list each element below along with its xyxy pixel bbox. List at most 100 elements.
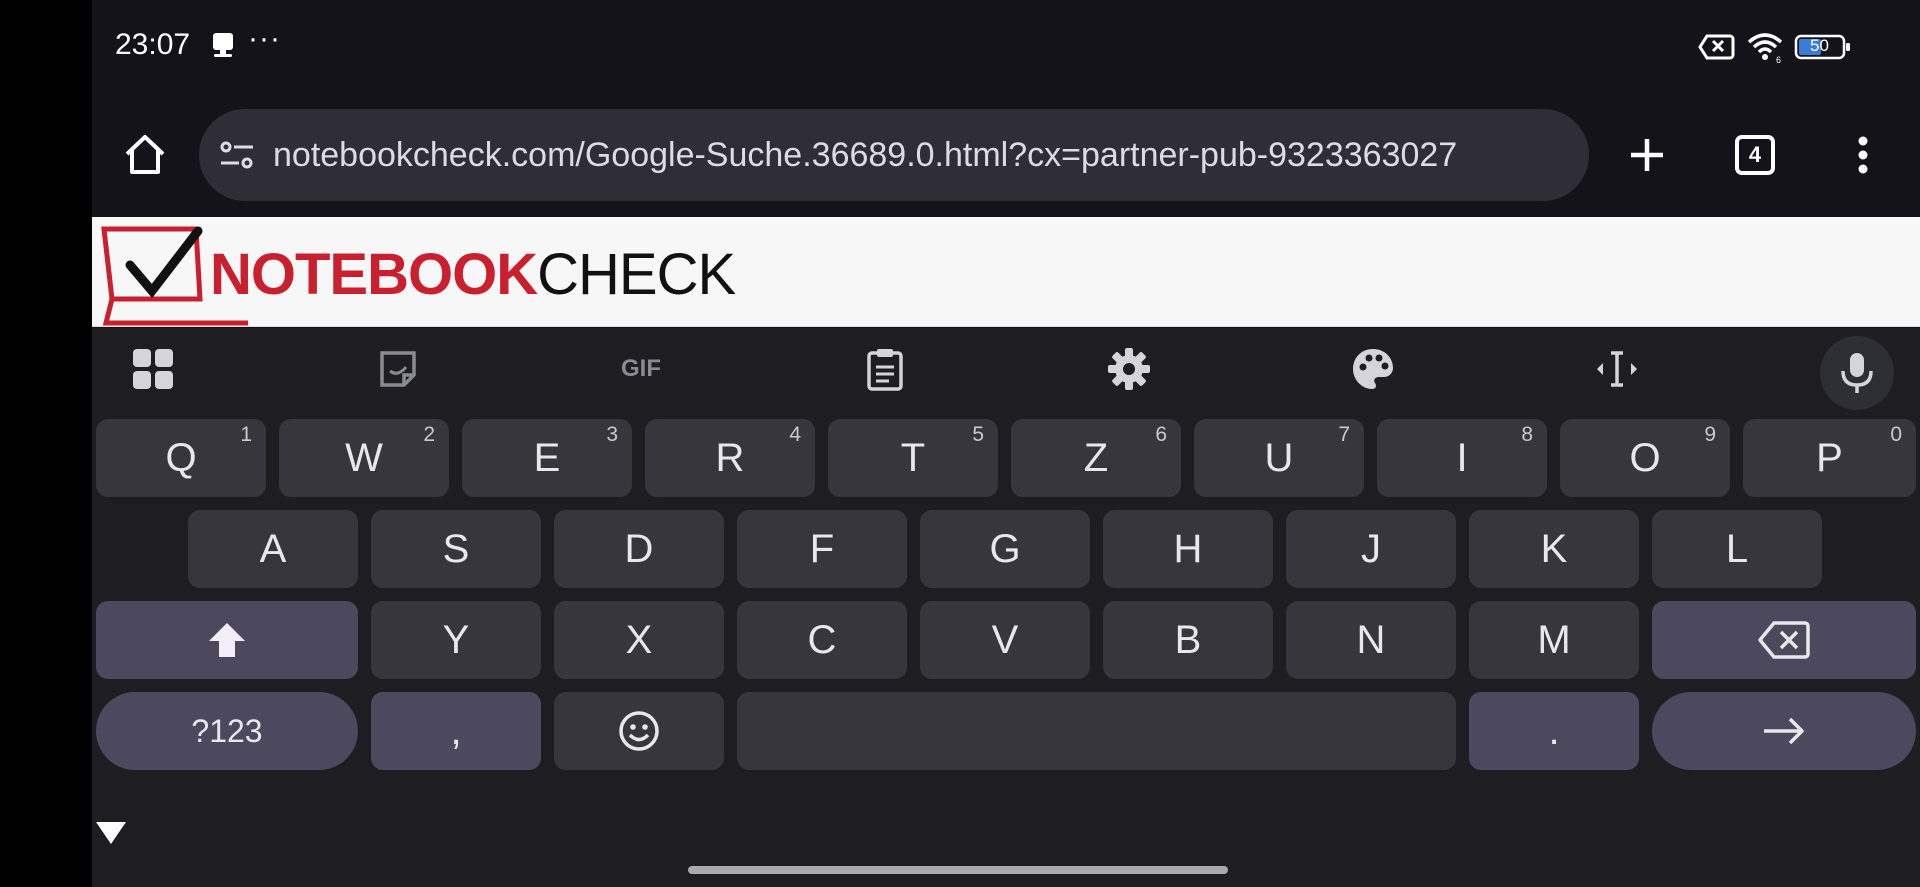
no-sim-icon [1698,34,1735,60]
key-n[interactable]: N [1286,601,1456,679]
logo-text-notebook: NOTEBOOK [210,242,538,307]
clipboard-icon [867,349,903,391]
voice-input-button[interactable] [1820,336,1894,410]
home-button[interactable] [116,126,174,184]
key-e[interactable]: E3 [462,419,632,497]
key-label: E [533,435,561,480]
web-content[interactable]: NOTEBOOKCHECK [92,217,1920,327]
key-hint: 7 [1338,423,1350,446]
battery-icon: 50 [1794,32,1852,62]
key-d[interactable]: D [554,510,724,588]
key-label: Q [165,435,197,480]
key-f[interactable]: F [737,510,907,588]
key-v[interactable]: V [920,601,1090,679]
key-w[interactable]: W2 [279,419,449,497]
text-editing-button[interactable] [1588,340,1646,398]
key-k[interactable]: K [1469,510,1639,588]
clipboard-button[interactable] [856,340,914,398]
key-hint: 0 [1890,423,1902,446]
key-z[interactable]: Z6 [1011,419,1181,497]
keyboard: G I F Q 1 W 2 E 3 R 4 T 5 Z 6 U 7 I 8 O 9 … [92,328,1920,887]
key-p[interactable]: P0 [1743,419,1916,497]
notebookcheck-logo[interactable]: NOTEBOOKCHECK [100,221,800,326]
logo-text: NOTEBOOKCHECK [210,241,736,308]
key-l[interactable]: L [1652,510,1822,588]
more-notifications: ··· [248,22,281,55]
home-icon [125,135,165,174]
key-h[interactable]: H [1103,510,1273,588]
tab-switcher-icon: 4 [1735,135,1775,175]
left-black-bar [0,0,92,887]
palette-icon [1353,349,1393,389]
space-key[interactable] [737,692,1456,770]
gif-icon: GIF [621,355,661,382]
shift-icon [209,623,245,657]
url-text[interactable]: notebookcheck.com/Google-Suche.36689.0.h… [273,136,1457,175]
emoji-key[interactable] [554,692,724,770]
menu-button[interactable] [1834,126,1892,184]
navigation-handle[interactable] [688,866,1228,874]
backspace-icon [1758,621,1810,659]
key-b[interactable]: B [1103,601,1273,679]
wifi-icon: 6 [1747,33,1783,64]
new-tab-icon [1631,139,1663,171]
battery-level: 50 [1810,36,1829,55]
site-settings-icon[interactable] [217,135,257,175]
emoji-icon [619,711,659,751]
key-label: Z [1083,435,1109,480]
key-hint: 6 [1155,423,1167,446]
arrow-right-icon [1764,717,1804,745]
key-y[interactable]: Y [371,601,541,679]
symbols-key[interactable]: ?123 [96,692,358,770]
key-m[interactable]: M [1469,601,1639,679]
key-a[interactable]: A [188,510,358,588]
period-key[interactable]: . [1469,692,1639,770]
shift-key[interactable] [96,601,358,679]
key-hint: 8 [1521,423,1533,446]
key-x[interactable]: X [554,601,724,679]
logo-text-check: CHECK [537,242,736,307]
settings-button[interactable] [1100,340,1158,398]
key-label: O [1629,435,1661,480]
key-label: I [1456,435,1468,480]
apps-button[interactable] [124,340,182,398]
key-c[interactable]: C [737,601,907,679]
key-i[interactable]: I8 [1377,419,1547,497]
hide-keyboard-icon[interactable] [92,818,130,848]
status-bar: 23:07 ··· 6 50 [92,0,1920,95]
new-tab-button[interactable] [1618,126,1676,184]
clock: 23:07 [115,28,191,61]
key-hint: 5 [972,423,984,446]
sticker-button[interactable] [369,340,427,398]
key-g[interactable]: G [920,510,1090,588]
key-u[interactable]: U7 [1194,419,1364,497]
notification-icon [213,33,233,57]
key-j[interactable]: J [1286,510,1456,588]
comma-key[interactable]: , [371,692,541,770]
key-hint: 4 [789,423,801,446]
sticker-icon [380,351,416,387]
theme-button[interactable] [1344,340,1402,398]
key-label: T [900,435,926,480]
key-o[interactable]: O9 [1560,419,1730,497]
url-bar[interactable]: notebookcheck.com/Google-Suche.36689.0.h… [199,109,1589,201]
status-icons: 6 50 [1698,30,1852,64]
key-t[interactable]: T5 [828,419,998,497]
key-label: U [1264,435,1294,480]
key-q[interactable]: Q1 [96,419,266,497]
key-hint: 1 [240,423,252,446]
tab-switcher-button[interactable]: 4 [1726,126,1784,184]
menu-icon [1858,136,1868,174]
go-key[interactable] [1652,692,1916,770]
key-hint: 9 [1704,423,1716,446]
apps-grid-icon [133,349,173,389]
gif-button[interactable]: GIF [612,340,670,398]
key-hint: 3 [606,423,618,446]
key-label: W [345,435,383,480]
key-r[interactable]: R4 [645,419,815,497]
phone-screen: 23:07 ··· 6 50 notebookcheck.com/Google-… [92,0,1920,887]
backspace-key[interactable] [1652,601,1916,679]
svg-text:6: 6 [1776,55,1781,64]
text-cursor-icon [1597,351,1637,387]
key-s[interactable]: S [371,510,541,588]
